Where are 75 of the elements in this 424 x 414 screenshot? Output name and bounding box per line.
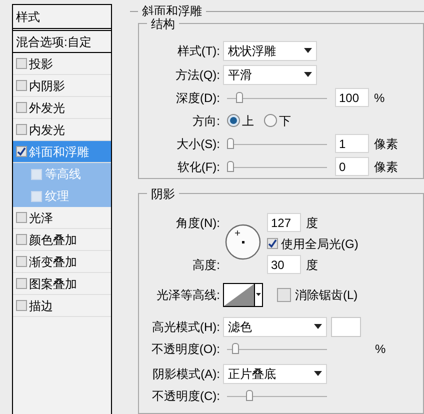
field-label: 大小(S): bbox=[176, 136, 221, 153]
slider[interactable] bbox=[227, 138, 327, 150]
slider-thumb[interactable] bbox=[227, 138, 234, 149]
checkbox[interactable] bbox=[16, 256, 27, 267]
field-label: 方向: bbox=[192, 112, 221, 130]
field-label: 高光模式(H): bbox=[151, 318, 221, 336]
slider[interactable] bbox=[227, 390, 327, 402]
checkbox[interactable] bbox=[16, 278, 27, 289]
checkbox[interactable] bbox=[16, 234, 27, 245]
style-item[interactable]: 渐变叠加 bbox=[13, 251, 111, 273]
technique-dropdown[interactable]: 平滑 bbox=[223, 64, 317, 85]
field-label: 深度(D): bbox=[175, 90, 221, 107]
slider[interactable] bbox=[227, 92, 327, 104]
number-field[interactable]: 127 bbox=[267, 213, 301, 232]
field-label: 样式(T): bbox=[176, 42, 221, 60]
caret-icon bbox=[314, 324, 322, 330]
checkbox[interactable] bbox=[16, 300, 27, 311]
number-field[interactable]: 1 bbox=[335, 134, 369, 154]
slider-thumb[interactable] bbox=[246, 390, 253, 401]
blend-mode-dropdown[interactable]: 滤色 bbox=[223, 316, 327, 337]
unit-label: 度 bbox=[306, 214, 318, 232]
checkbox[interactable] bbox=[16, 58, 27, 69]
style-item[interactable]: 颜色叠加 bbox=[13, 229, 111, 251]
field-label: 方法(Q): bbox=[174, 66, 221, 84]
field-label: 高度: bbox=[192, 256, 221, 274]
blend-mode-dropdown[interactable]: 正片叠底 bbox=[223, 364, 327, 384]
style-item[interactable]: 投影 bbox=[13, 53, 111, 75]
group-title: 结构 bbox=[147, 14, 179, 33]
radio-label: 上 bbox=[242, 112, 254, 130]
contour-picker[interactable] bbox=[223, 282, 263, 307]
field-label: 软化(F): bbox=[176, 158, 221, 176]
checkbox[interactable] bbox=[16, 102, 27, 113]
style-item[interactable]: 描边 bbox=[13, 295, 111, 317]
checkbox[interactable] bbox=[277, 288, 291, 302]
number-field[interactable]: 100 bbox=[335, 88, 369, 108]
slider-thumb[interactable] bbox=[232, 342, 239, 354]
field-label: 阴影模式(A): bbox=[152, 366, 221, 383]
checkbox[interactable] bbox=[16, 212, 27, 223]
field-label: 角度(N): bbox=[175, 214, 221, 232]
unit-label: 像素 bbox=[374, 136, 398, 153]
number-field[interactable]: 0 bbox=[335, 157, 369, 176]
style-item[interactable]: 外发光 bbox=[13, 97, 111, 119]
blend-options-item[interactable]: 混合选项:自定 bbox=[13, 31, 111, 53]
style-item[interactable]: 光泽 bbox=[13, 207, 111, 229]
checkbox[interactable] bbox=[267, 238, 278, 250]
radio-button[interactable] bbox=[227, 114, 240, 128]
checkbox[interactable] bbox=[16, 80, 27, 91]
caret-icon bbox=[304, 48, 312, 54]
caret-icon bbox=[304, 72, 312, 78]
caret-icon bbox=[314, 371, 322, 376]
unit-label: 像素 bbox=[374, 158, 398, 176]
checkbox-label: 使用全局光(G) bbox=[281, 236, 358, 253]
slider[interactable] bbox=[227, 160, 327, 173]
number-field[interactable]: 30 bbox=[267, 255, 301, 274]
color-swatch[interactable] bbox=[331, 316, 361, 337]
checkbox[interactable] bbox=[16, 146, 27, 157]
unit-label: % bbox=[374, 90, 385, 107]
field-label: 光泽等高线: bbox=[156, 286, 221, 304]
unit-label: 度 bbox=[306, 256, 318, 274]
slider-thumb[interactable] bbox=[227, 160, 234, 172]
checkbox-label: 消除锯齿(L) bbox=[295, 286, 358, 304]
field-label: 不透明度(O): bbox=[150, 340, 221, 358]
caret-icon bbox=[256, 293, 261, 296]
radio-label: 下 bbox=[279, 112, 291, 130]
panel-header: 样式 bbox=[13, 5, 111, 31]
angle-dial[interactable] bbox=[225, 224, 261, 260]
unit-label: % bbox=[375, 340, 386, 358]
style-item[interactable]: 图案叠加 bbox=[13, 273, 111, 295]
slider[interactable] bbox=[227, 342, 327, 355]
radio-button[interactable] bbox=[264, 114, 277, 128]
style-dropdown[interactable]: 枕状浮雕 bbox=[223, 40, 317, 61]
checkbox[interactable] bbox=[16, 124, 27, 135]
slider-thumb[interactable] bbox=[236, 92, 244, 103]
style-item[interactable]: 内阴影 bbox=[13, 75, 111, 97]
field-label: 不透明度(C): bbox=[151, 388, 221, 405]
